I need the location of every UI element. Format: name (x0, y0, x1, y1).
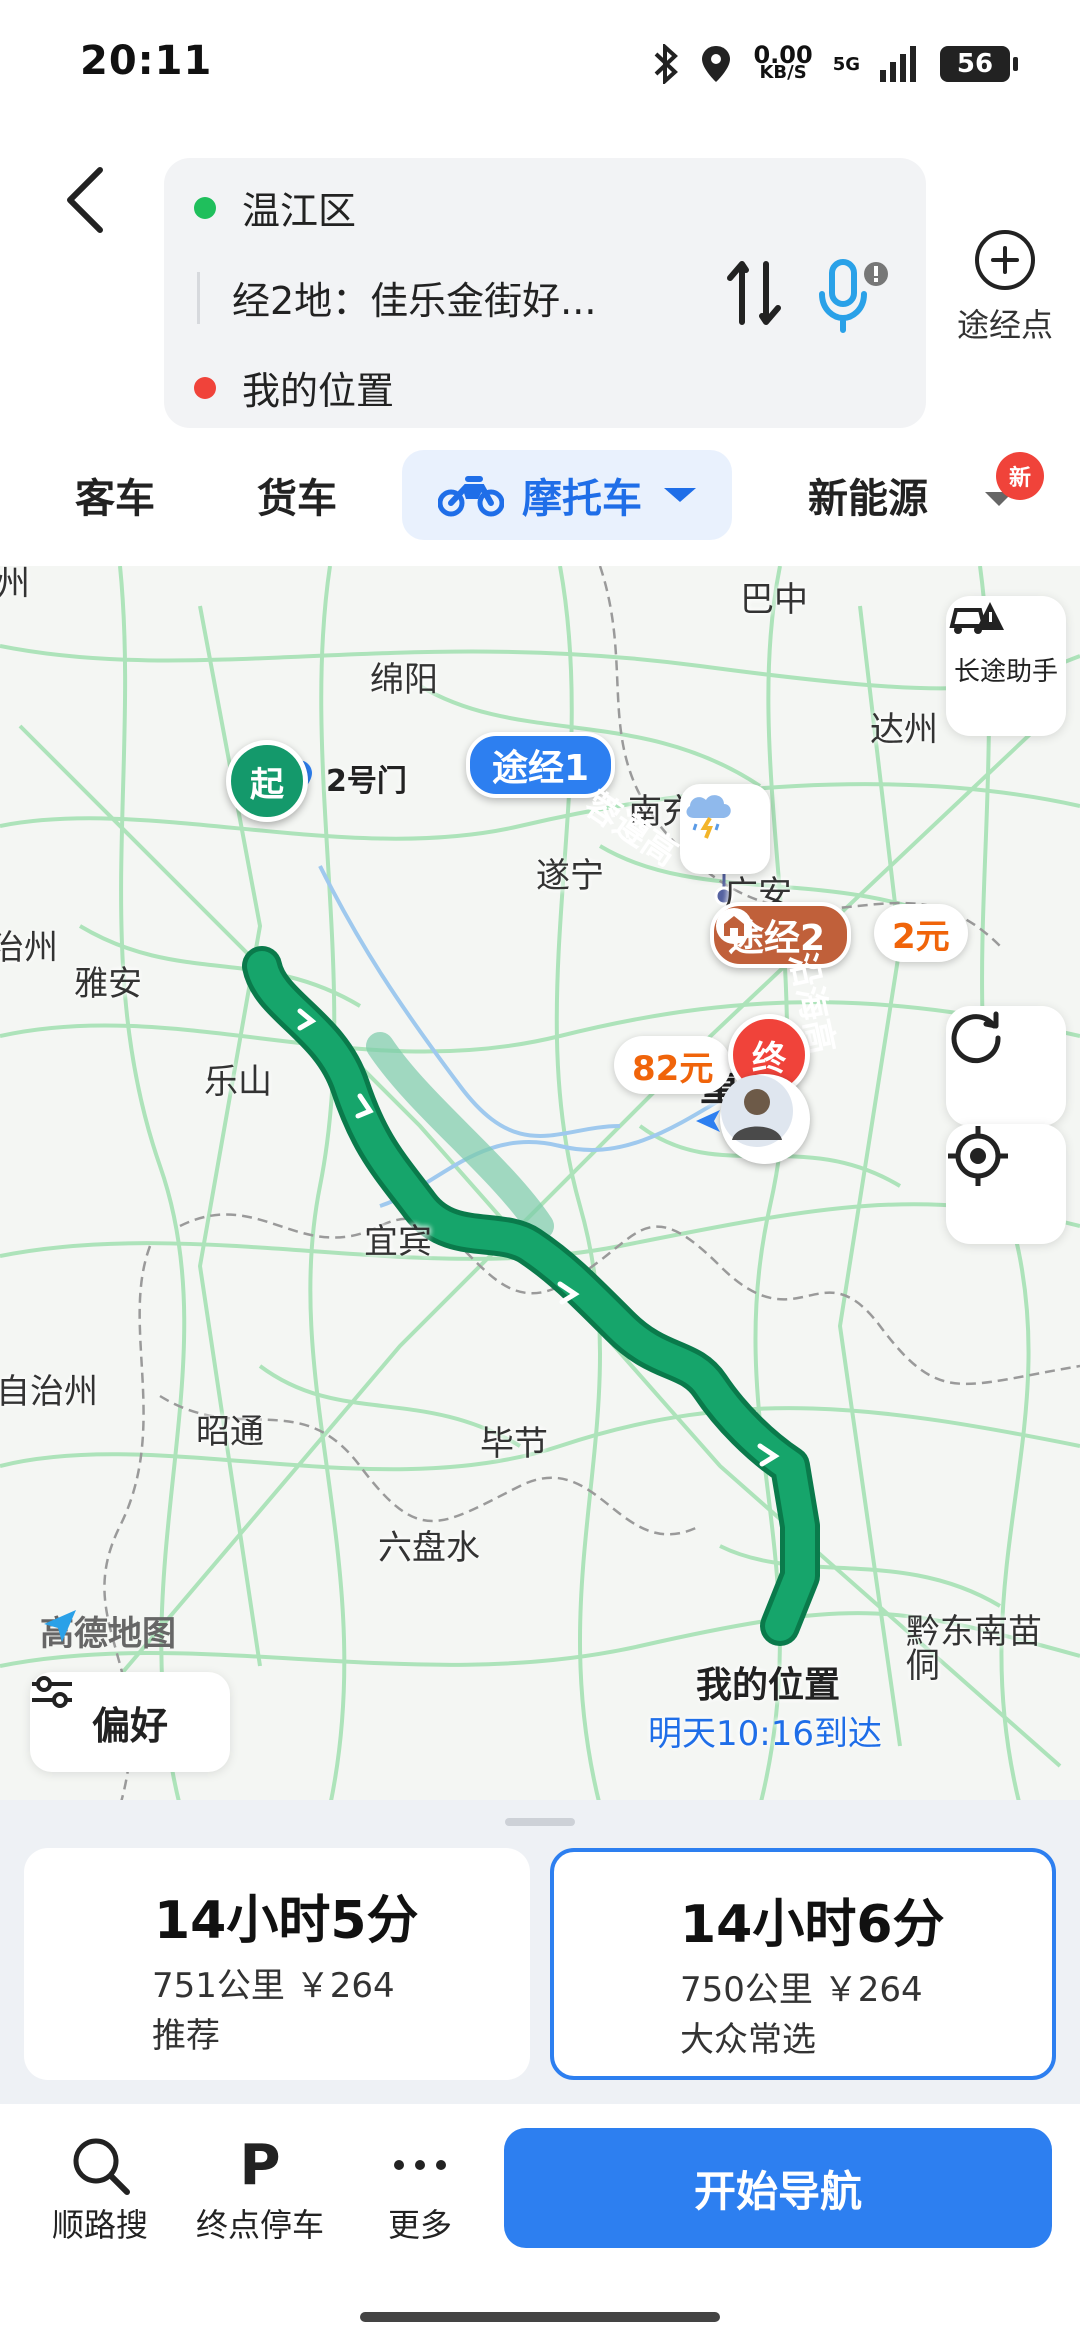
network-type: 5G (832, 53, 860, 75)
crosshair-icon (948, 1126, 1008, 1186)
weather-card[interactable] (680, 784, 770, 874)
direction-arrow-icon (696, 1110, 720, 1132)
destination-row[interactable]: 我的位置 (194, 360, 394, 415)
destination-dot (194, 376, 216, 399)
city-zizhizhou: 自治州 (0, 1372, 98, 1412)
net-speed: 0.00 KB/S (753, 41, 813, 83)
add-stop-label: 途经点 (956, 306, 1053, 344)
my-location-label: 我的位置 (696, 1665, 841, 1706)
new-badge: 新 (996, 452, 1044, 500)
battery-indicator: 56 (940, 46, 1018, 82)
sliders-icon (32, 1676, 72, 1708)
route-option-1[interactable]: 14小时5分 751公里 ￥264 推荐 (24, 1848, 530, 2080)
status-bar: 20:11 0.00 KB/S 5G 56 (0, 0, 1080, 140)
city-dazhou: 达州 (870, 710, 938, 750)
locate-me-button[interactable] (946, 1124, 1066, 1244)
car-warning-icon (949, 602, 1004, 634)
toll-price-left[interactable]: 82元 (614, 1036, 732, 1094)
city-liupanshui: 六盘水 (378, 1528, 480, 1568)
destination-parking-label: 终点停车 (195, 2206, 324, 2244)
city-yibin: 宜宾 (364, 1222, 432, 1262)
origin-row[interactable]: 温江区 (194, 180, 356, 235)
sheet-drag-handle[interactable] (505, 1818, 575, 1826)
origin-dot (194, 196, 216, 219)
city-mianyang: 绵阳 (370, 660, 438, 700)
city-leshan: 乐山 (204, 1062, 272, 1102)
city-bazhong: 巴中 (740, 580, 808, 620)
signal-icon (880, 46, 916, 82)
back-button[interactable] (60, 165, 120, 245)
thunderstorm-icon (686, 795, 731, 839)
amap-logo: 高德地图 (40, 1606, 176, 1655)
via-divider (197, 272, 200, 324)
long-trip-helper-button[interactable]: 长途助手 (946, 596, 1066, 736)
location-icon (702, 46, 731, 82)
destination-parking-button[interactable]: P 终点停车 (190, 2130, 330, 2246)
refresh-route-button[interactable] (946, 1006, 1066, 1126)
amap-logo-icon (44, 1610, 76, 1642)
city-zhou: 州 (0, 566, 30, 604)
via-row[interactable]: 经2地：佳乐金街好... (232, 270, 596, 325)
tab-bus[interactable]: 客车 (50, 450, 180, 540)
toll-price-right[interactable]: 2元 (874, 904, 968, 962)
start-navigation-button[interactable]: 开始导航 (504, 2128, 1052, 2248)
bluetooth-icon (655, 44, 679, 84)
along-route-search-label: 顺路搜 (51, 2206, 148, 2244)
city-bijie: 毕节 (480, 1424, 548, 1464)
via1-chip[interactable]: 途经1 (466, 732, 616, 798)
route-option-2[interactable]: 14小时6分 750公里 ￥264 大众常选 (550, 1848, 1056, 2080)
tab-new-energy[interactable]: 新能源 (808, 450, 938, 540)
route-option-1-tag: 推荐 (152, 2016, 220, 2056)
route-box: 温江区 经2地：佳乐金街好... 我的位置 (164, 158, 926, 428)
home-indicator[interactable] (360, 2312, 720, 2322)
toll-gate-icon (716, 908, 752, 944)
back-arrow-icon (67, 167, 103, 233)
eta-label: 明天10:16到达 (648, 1714, 882, 1754)
more-button[interactable]: 更多 (350, 2130, 490, 2246)
search-icon (30, 2130, 170, 2200)
tab-truck[interactable]: 货车 (232, 450, 362, 540)
along-route-search-button[interactable]: 顺路搜 (30, 2130, 170, 2246)
preference-button[interactable]: 偏好 (30, 1672, 230, 1772)
add-stop-button[interactable]: 途经点 (950, 230, 1060, 346)
preference-label: 偏好 (91, 1703, 168, 1748)
user-avatar[interactable] (720, 1074, 810, 1164)
tab-motorcycle-label: 摩托车 (522, 476, 642, 522)
route-option-2-time: 14小时6分 (680, 1895, 945, 1955)
city-dong: 侗 (906, 1646, 940, 1686)
start-pin[interactable]: 起 (226, 740, 308, 822)
via-label: 经2地：佳乐金街好... (232, 279, 597, 323)
route-option-1-time: 14小时5分 (154, 1891, 419, 1951)
map-view[interactable]: 巴中 绵阳 达州 南充 遂宁 广安 雅安 乐山 重庆 宜宾 昭通 毕节 六盘水 … (0, 566, 1080, 1806)
voice-mic-icon[interactable] (814, 258, 894, 338)
route-option-1-detail: 751公里 ￥264 (152, 1966, 395, 2006)
tab-motorcycle[interactable]: 摩托车 (402, 450, 732, 540)
parking-icon: P (239, 2132, 281, 2198)
city-zhizhou: 治州 (0, 928, 58, 968)
more-label: 更多 (387, 2206, 452, 2244)
motorcycle-icon (438, 476, 504, 517)
refresh-icon (951, 1011, 1001, 1064)
destination-label: 我的位置 (242, 369, 395, 413)
gate-label: 2号门 (326, 764, 407, 799)
long-trip-helper-label: 长途助手 (953, 656, 1058, 687)
chevron-down-icon (664, 488, 696, 502)
city-yaan: 雅安 (74, 964, 142, 1004)
status-time: 20:11 (80, 38, 213, 84)
plus-circle-icon (975, 230, 1035, 290)
more-dots-icon (350, 2130, 490, 2200)
city-zhaotong: 昭通 (196, 1412, 264, 1452)
vehicle-tabs: 客车 货车 摩托车 新能源 (0, 450, 1080, 570)
route-option-2-tag: 大众常选 (680, 2020, 816, 2060)
route-option-2-detail: 750公里 ￥264 (680, 1970, 923, 2010)
status-icons: 0.00 KB/S 5G 56 (653, 41, 1018, 84)
avatar-icon (721, 1075, 793, 1147)
origin-label: 温江区 (242, 189, 357, 233)
city-suining: 遂宁 (536, 856, 604, 896)
swap-icon[interactable] (724, 258, 784, 328)
